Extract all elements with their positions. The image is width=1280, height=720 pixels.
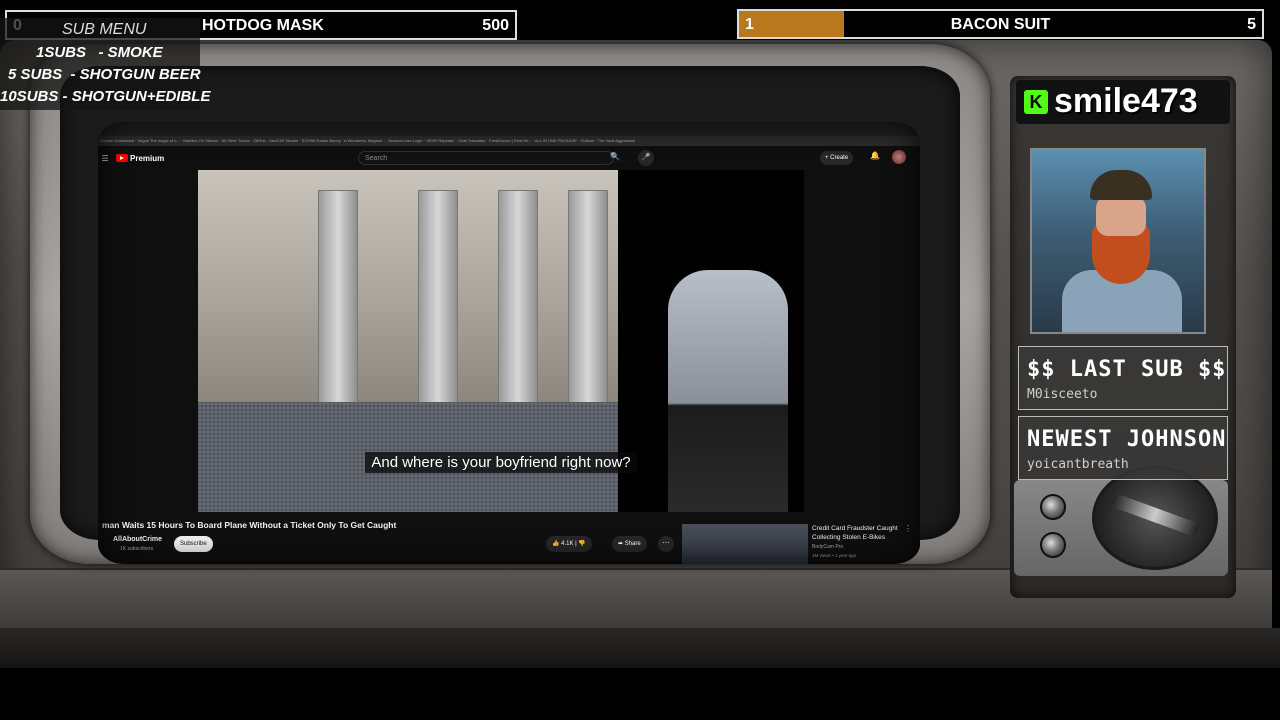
- video-player[interactable]: And where is your boyfriend right now?: [198, 170, 804, 512]
- stall-door: [498, 190, 538, 430]
- youtube-premium-label: Premium: [130, 153, 165, 163]
- notifications-icon[interactable]: 🔔: [870, 151, 880, 160]
- video-title: man Waits 15 Hours To Board Plane Withou…: [102, 520, 397, 530]
- newest-johnson-box: NEWEST JOHNSON yoicantbreath: [1018, 416, 1228, 480]
- webcam-person-face: [1096, 196, 1146, 236]
- goal-label: BACON SUIT: [950, 16, 1051, 33]
- create-button[interactable]: + Create: [820, 151, 854, 165]
- share-button[interactable]: ➦ Share: [612, 536, 647, 552]
- knob-icon: [1040, 494, 1066, 520]
- person-figure: [668, 270, 788, 512]
- last-sub-title: $$ LAST SUB $$: [1027, 357, 1227, 382]
- sub-menu-item: 5 SUBS - SHOTGUN BEER: [8, 66, 201, 83]
- webcam-person-hat: [1090, 170, 1152, 200]
- newest-johnson-name: yoicantbreath: [1027, 457, 1129, 472]
- recommended-more-icon[interactable]: ⋮: [904, 524, 912, 533]
- stall-door: [568, 190, 608, 430]
- browser-window: Creator Dashboard · Vegan The magic of b…: [98, 122, 920, 564]
- goal-target: 5: [1247, 16, 1256, 33]
- subscribe-button[interactable]: Subscribe: [174, 536, 213, 552]
- recommended-title[interactable]: Credit Card Fraudster Caught Collecting …: [812, 524, 908, 542]
- webcam-feed: [1030, 148, 1206, 334]
- sub-menu-title: SUB MENU: [62, 21, 147, 38]
- last-sub-box: $$ LAST SUB $$ M0isceeto: [1018, 346, 1228, 410]
- knob-icon: [1040, 532, 1066, 558]
- channel-name[interactable]: AllAboutCrime: [113, 536, 162, 543]
- goal-label: HOTDOG MASK: [202, 17, 324, 34]
- newest-johnson-title: NEWEST JOHNSON: [1027, 427, 1227, 452]
- like-button[interactable]: 👍 4.1K | 👎: [546, 536, 592, 552]
- sub-menu-item: 10SUBS - SHOTGUN+EDIBLE: [0, 88, 211, 105]
- bookmarks-bar[interactable]: Creator Dashboard · Vegan The magic of b…: [98, 136, 920, 146]
- streamer-name: smile473: [1054, 82, 1198, 120]
- sub-menu-item: 1SUBS - SMOKE: [36, 44, 163, 61]
- like-count: 4.1K: [561, 541, 574, 547]
- microphone-icon[interactable]: 🎤: [638, 150, 654, 166]
- caption-text: And where is your boyfriend right now?: [365, 452, 637, 473]
- stall-door: [318, 190, 358, 430]
- browser-tab-bar: [98, 122, 920, 136]
- last-sub-name: M0isceeto: [1027, 387, 1098, 402]
- kick-logo-icon: K: [1024, 90, 1048, 114]
- search-icon[interactable]: 🔍: [610, 152, 620, 161]
- channel-logo: K smile473: [1016, 80, 1230, 124]
- youtube-logo[interactable]: Premium: [116, 154, 164, 163]
- avatar[interactable]: [892, 150, 906, 164]
- video-caption: And where is your boyfriend right now?: [198, 452, 804, 473]
- goal-target: 500: [482, 17, 509, 34]
- more-options-icon[interactable]: ⋯: [658, 536, 674, 552]
- stall-door: [418, 190, 458, 430]
- share-label: Share: [624, 541, 641, 547]
- youtube-play-icon: [116, 154, 128, 162]
- recommended-meta: 1M views • 1 year ago: [812, 553, 857, 558]
- menu-icon[interactable]: ☰: [98, 154, 112, 163]
- youtube-header: ☰ Premium Search 🔍 🎤 + Create 🔔: [98, 146, 920, 170]
- sub-menu-panel: SUB MENU 1SUBS - SMOKE 5 SUBS - SHOTGUN …: [0, 18, 210, 110]
- tv-base: [0, 628, 1280, 668]
- recommended-thumbnail[interactable]: [682, 524, 808, 564]
- recommended-channel[interactable]: BodyCam Pro: [812, 544, 843, 550]
- goal-bar-bacon-suit: 1 BACON SUIT 5: [737, 9, 1264, 39]
- create-label: Create: [830, 155, 849, 161]
- channel-subscriber-count: 1K subscribers: [120, 546, 154, 552]
- search-input[interactable]: Search: [358, 151, 614, 165]
